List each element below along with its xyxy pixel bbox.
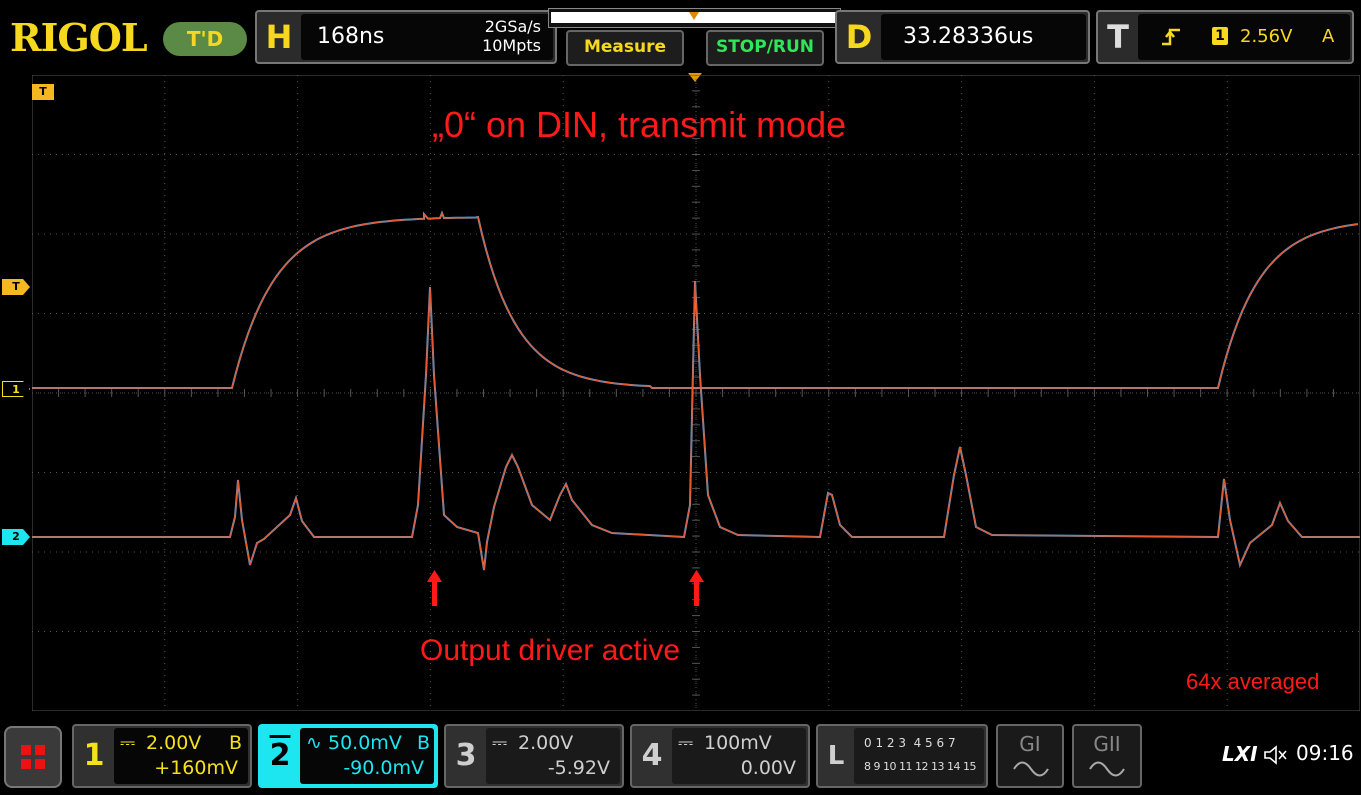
ch4-number: 4 xyxy=(641,738,663,773)
ch2-readout: ∿ 50.0mV B -90.0mV xyxy=(300,728,434,784)
ch4-scale: 100mV xyxy=(704,732,772,754)
delay-letter: D xyxy=(845,18,873,56)
arrow-icon xyxy=(689,570,704,606)
ch4-offset: 0.00V xyxy=(740,757,796,779)
main-menu-button[interactable] xyxy=(4,726,62,788)
stop-run-button[interactable]: STOP/RUN xyxy=(706,30,824,66)
ch2-coupling-icon: ∿ xyxy=(306,732,322,754)
horizontal-panel[interactable]: H 168ns 2GSa/s 10Mpts xyxy=(255,10,557,64)
rising-edge-icon xyxy=(1162,28,1180,46)
logic-letter: L xyxy=(827,741,845,771)
ch1-coupling-icon: ⎓ xyxy=(120,732,136,754)
ch2-scale: 50.0mV xyxy=(328,732,402,754)
delay-panel[interactable]: D 33.28336us xyxy=(835,10,1090,64)
lxi-logo: LXI xyxy=(1222,742,1258,766)
ch3-scale: 2.00V xyxy=(518,732,574,754)
sine-wave-icon xyxy=(1089,761,1125,777)
arrow-icon xyxy=(427,570,442,606)
graticule xyxy=(32,75,1360,711)
ch1-readout: ⎓ 2.00V B +160mV xyxy=(114,728,248,784)
horizontal-readout: 168ns 2GSa/s 10Mpts xyxy=(301,14,553,60)
ch4-coupling-icon: ⎓ xyxy=(678,732,694,754)
memory-position-bar[interactable] xyxy=(548,8,841,28)
ch2-bw-limit: B xyxy=(416,732,430,754)
trigger-icon: T xyxy=(39,85,47,98)
ch3-offset: -5.92V xyxy=(547,757,610,779)
memory-depth: 10Mpts xyxy=(482,36,541,55)
ch2-number: 2 xyxy=(269,738,291,773)
trigger-readout: 1 2.56V A xyxy=(1138,14,1350,60)
ch1-offset: +160mV xyxy=(154,757,238,779)
generator-2-label: GII xyxy=(1093,732,1121,756)
clock-time: 09:16 xyxy=(1296,741,1354,765)
trigger-mode: A xyxy=(1322,26,1335,47)
horizontal-letter: H xyxy=(265,18,293,56)
horizontal-ref-marker[interactable]: T xyxy=(32,84,54,100)
trigger-level: 2.56V xyxy=(1240,26,1293,47)
ch3-readout: ⎓ 2.00V -5.92V xyxy=(486,728,620,784)
rigol-logo: RIGOL xyxy=(10,15,148,60)
trigger-source: 1 xyxy=(1212,27,1228,45)
delay-readout: 33.28336us xyxy=(881,14,1086,60)
grid-menu-icon xyxy=(21,745,45,769)
ch3-coupling-icon: ⎓ xyxy=(492,732,508,754)
logic-bits-high: 8 9 10 11 12 13 14 15 xyxy=(864,760,976,773)
logic-readout: 0 1 2 3 4 5 6 7 8 9 10 11 12 13 14 15 xyxy=(854,728,984,784)
waveform-display[interactable] xyxy=(32,75,1360,711)
ch2-waveform-overlay xyxy=(32,280,1360,571)
generator-1-button[interactable]: GI xyxy=(996,724,1064,788)
measure-button[interactable]: Measure xyxy=(566,30,684,66)
logic-bits-low: 0 1 2 3 4 5 6 7 xyxy=(864,736,956,750)
annotation-title: „0“ on DIN, transmit mode xyxy=(432,104,847,145)
delay-value: 33.28336us xyxy=(903,24,1034,49)
ch2-panel[interactable]: 2 ∿ 50.0mV B -90.0mV xyxy=(258,724,438,788)
ch3-panel[interactable]: 3 ⎓ 2.00V -5.92V xyxy=(444,724,624,788)
ch4-panel[interactable]: 4 ⎓ 100mV 0.00V xyxy=(630,724,810,788)
ch2-offset: -90.0mV xyxy=(343,757,424,779)
logic-panel[interactable]: L 0 1 2 3 4 5 6 7 8 9 10 11 12 13 14 15 xyxy=(816,724,988,788)
ch4-readout: ⎓ 100mV 0.00V xyxy=(672,728,806,784)
timebase-value: 168ns xyxy=(317,24,385,49)
trigger-position-marker xyxy=(689,12,699,20)
sample-rate: 2GSa/s xyxy=(484,17,541,36)
speaker-muted-icon[interactable] xyxy=(1262,744,1288,766)
annotation-driver-label: Output driver active xyxy=(420,634,681,667)
sine-wave-icon xyxy=(1013,761,1049,777)
ch1-bw-limit: B xyxy=(228,732,242,754)
ch1-scale: 2.00V xyxy=(146,732,202,754)
annotation-averaging: 64x averaged xyxy=(1186,669,1320,694)
ch3-number: 3 xyxy=(455,738,477,773)
trigger-letter: T xyxy=(1107,18,1129,56)
ch1-panel[interactable]: 1 ⎓ 2.00V B +160mV xyxy=(72,724,252,788)
ch1-number: 1 xyxy=(83,738,105,773)
trigger-status-badge[interactable]: T'D xyxy=(163,22,247,56)
generator-1-label: GI xyxy=(1019,732,1041,756)
ch2-waveform xyxy=(32,280,1360,571)
trigger-panel[interactable]: T 1 2.56V A xyxy=(1096,10,1354,64)
generator-2-button[interactable]: GII xyxy=(1072,724,1142,788)
